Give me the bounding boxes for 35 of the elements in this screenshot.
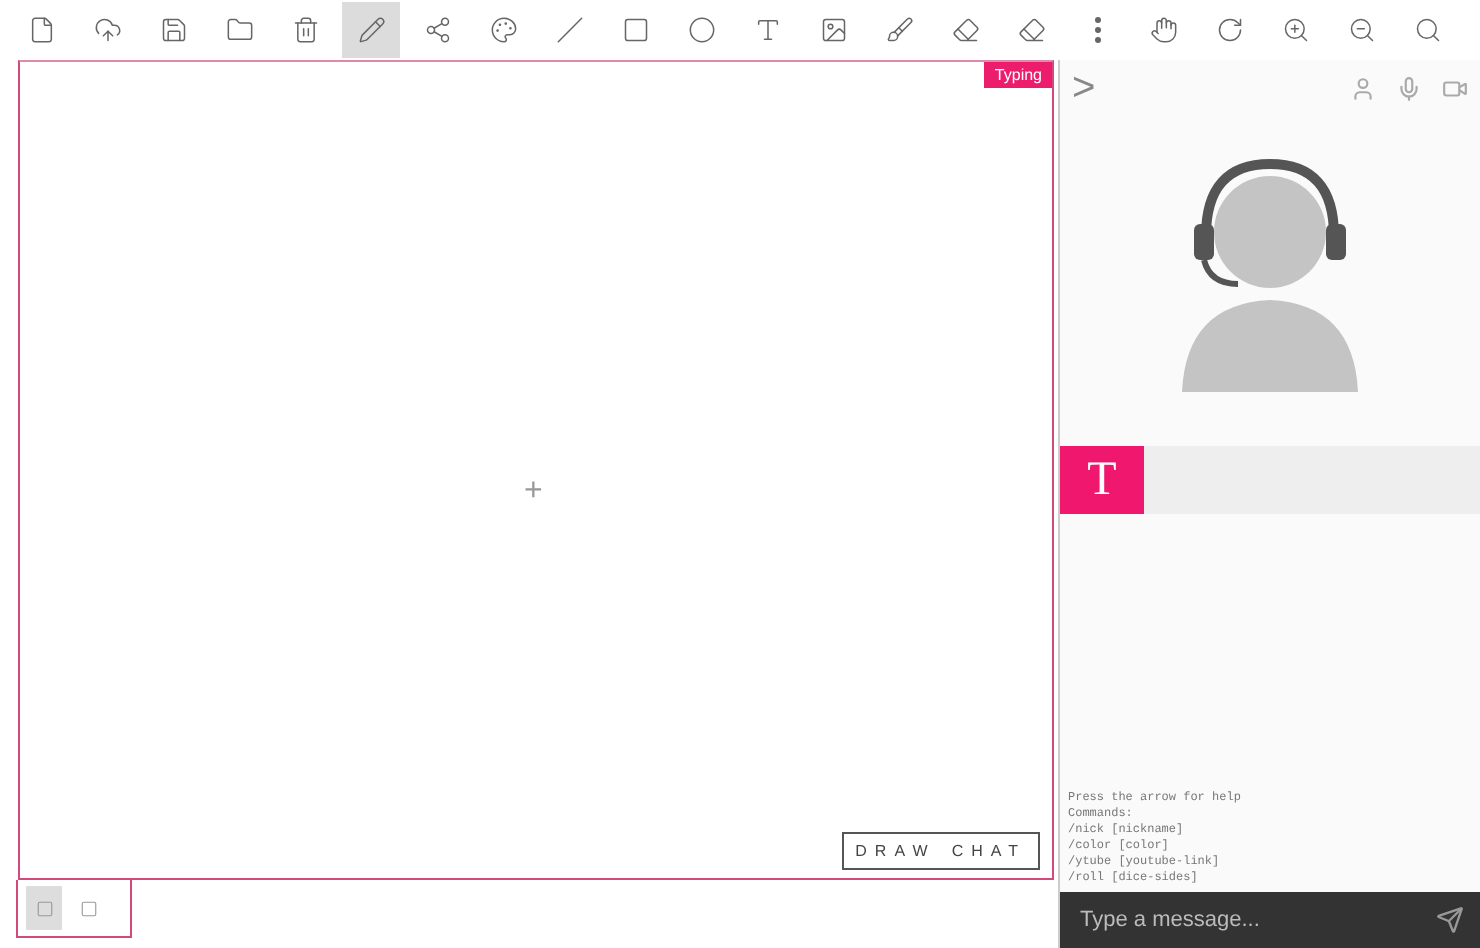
- collapse-button[interactable]: >: [1072, 65, 1096, 111]
- send-icon[interactable]: [1436, 906, 1464, 934]
- cloud-upload-icon: [93, 16, 121, 44]
- hand-icon: [1149, 16, 1177, 44]
- zoom-in-icon: [1281, 16, 1309, 44]
- trash-icon: [291, 16, 319, 44]
- square-icon: [79, 899, 97, 917]
- message-bar[interactable]: Type a message...: [1060, 892, 1480, 948]
- eraser-icon: [951, 16, 979, 44]
- share-icon: [423, 16, 451, 44]
- palette-icon: [489, 16, 517, 44]
- save-icon: [159, 16, 187, 44]
- status-badge: Typing: [984, 62, 1052, 88]
- image-icon: [819, 16, 847, 44]
- rectangle-icon: [621, 16, 649, 44]
- ellipse-icon: [687, 16, 715, 44]
- message-field[interactable]: Type a message...: [1076, 906, 1436, 934]
- square-icon: [35, 899, 53, 917]
- logo-text: CHAT: [951, 842, 1026, 860]
- new-file-icon: [27, 16, 55, 44]
- search-icon: [1413, 16, 1441, 44]
- text-icon: [753, 16, 781, 44]
- zoom-out-icon: [1347, 16, 1375, 44]
- line-icon: [555, 16, 583, 44]
- drawing-canvas[interactable]: Typing + DRAW CHAT: [18, 60, 1054, 880]
- brush-icon: [885, 16, 913, 44]
- user-tile[interactable]: T: [1060, 446, 1144, 514]
- rotate-icon: [1215, 16, 1243, 44]
- dots-icon: [1093, 16, 1101, 44]
- tool-button[interactable]: [342, 2, 400, 58]
- crosshair: +: [524, 474, 543, 510]
- pencil-icon: [357, 16, 385, 44]
- logo-text: DRAW: [855, 842, 936, 860]
- eraser-icon: [1017, 16, 1045, 44]
- folder-icon: [225, 16, 253, 44]
